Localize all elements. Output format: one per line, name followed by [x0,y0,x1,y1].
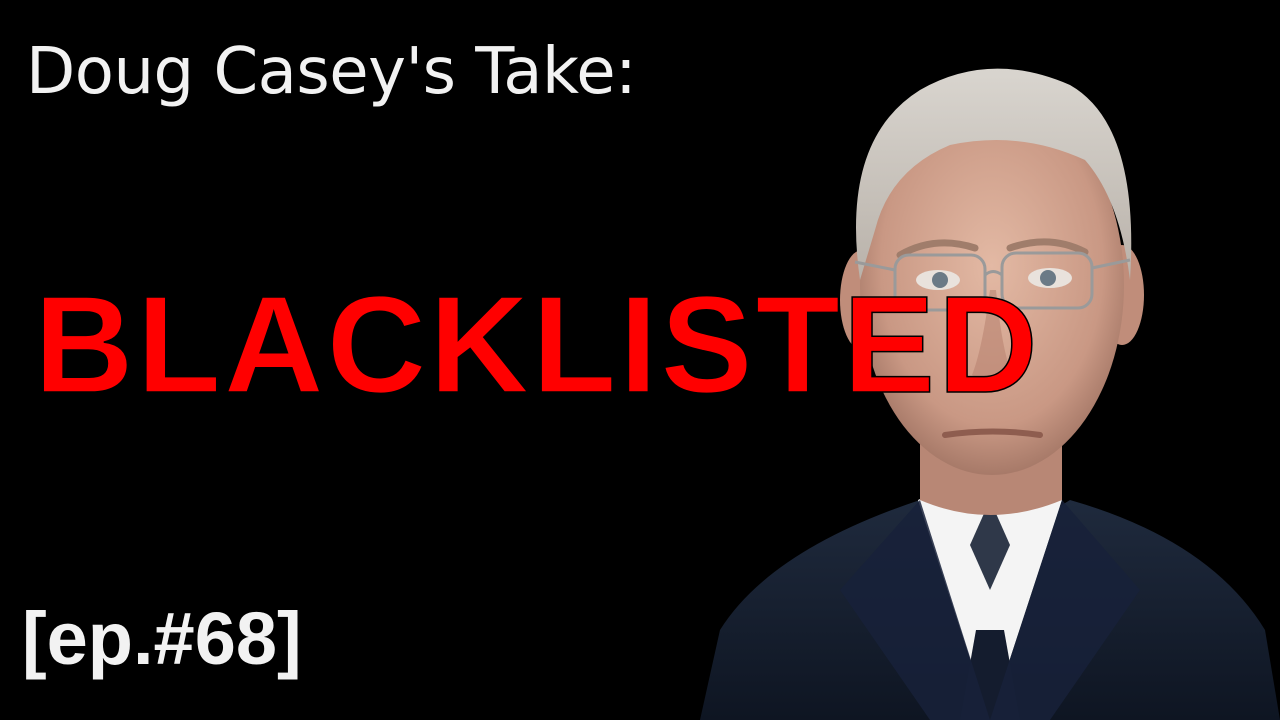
episode-number: [ep.#68] [22,597,302,680]
video-thumbnail: Doug Casey's Take: BLACKLISTED [ep.#68] [0,0,1280,720]
show-title: Doug Casey's Take: [26,35,637,109]
headline-blacklisted: BLACKLISTED [33,268,1041,422]
